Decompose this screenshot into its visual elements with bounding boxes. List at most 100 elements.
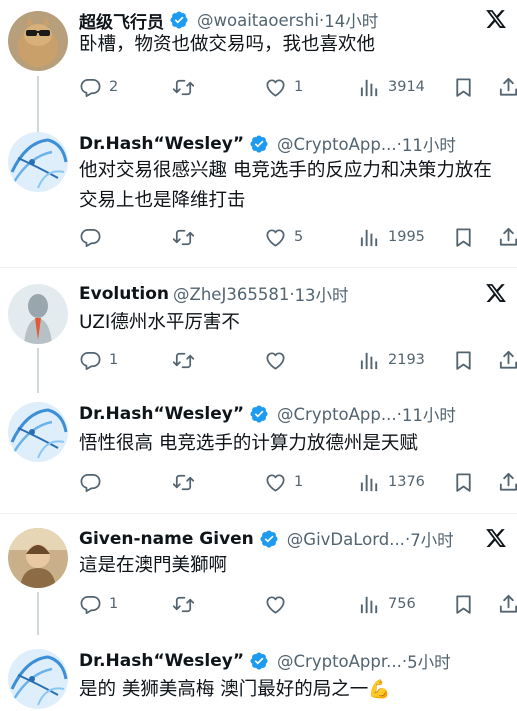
- view-count: 756: [388, 596, 416, 612]
- bookmark-icon: [452, 471, 475, 494]
- bookmark-button[interactable]: [452, 469, 475, 495]
- tweet-text-content: 悟性很高 电竞选手的计算力放德州是天赋: [79, 433, 418, 454]
- display-name[interactable]: Dr.Hash“Wesley”: [79, 404, 244, 424]
- timestamp[interactable]: 11小时: [402, 402, 456, 426]
- reply-icon: [79, 471, 102, 494]
- share-icon: [497, 76, 517, 99]
- reply-button[interactable]: 1: [79, 347, 118, 373]
- action-bar: 5 1995: [79, 224, 517, 250]
- reply-button[interactable]: [79, 469, 109, 495]
- tweet-text: 這是在澳門美獅啊: [79, 551, 503, 581]
- bookmark-button[interactable]: [452, 347, 475, 373]
- display-name[interactable]: Given-name Given: [79, 529, 254, 549]
- tweet-text-content: 卧槽，物资也做交易吗，我也喜欢他: [79, 34, 376, 55]
- like-button[interactable]: 1: [264, 469, 303, 495]
- bookmark-button[interactable]: [452, 591, 475, 617]
- views-button[interactable]: 1376: [358, 469, 425, 495]
- handle[interactable]: @CryptoAppr...: [277, 652, 402, 671]
- reply-icon: [79, 76, 102, 99]
- retweet-button[interactable]: [172, 347, 202, 373]
- retweet-icon: [172, 349, 195, 372]
- handle[interactable]: @CryptoApp...: [277, 135, 397, 154]
- tweet[interactable]: Given-name Given @GivDaLord... · 7小时 這是在…: [0, 514, 517, 635]
- tweet[interactable]: Evolution @ZheJ365581 · 13小时 UZI德州水平厉害不 …: [0, 268, 517, 393]
- tweet[interactable]: 超级飞行员 @woaitaoershi · 14小时 卧槽，物资也做交易吗，我也…: [0, 0, 517, 132]
- timestamp[interactable]: 7小时: [410, 527, 454, 551]
- reply-button[interactable]: 1: [79, 591, 118, 617]
- view-count: 1995: [388, 229, 425, 245]
- x-logo-icon: [485, 282, 507, 304]
- views-button[interactable]: 1995: [358, 224, 425, 250]
- retweet-icon: [172, 593, 195, 616]
- share-button[interactable]: [497, 74, 517, 100]
- thread-line: [37, 76, 39, 132]
- retweet-button[interactable]: [172, 469, 202, 495]
- views-button[interactable]: 756: [358, 591, 416, 617]
- tweet[interactable]: Dr.Hash“Wesley” @CryptoApp... · 11小时 他对交…: [0, 132, 517, 267]
- reply-button[interactable]: [79, 224, 109, 250]
- avatar[interactable]: [8, 528, 68, 588]
- share-button[interactable]: [497, 224, 517, 250]
- avatar[interactable]: [8, 11, 68, 71]
- timestamp[interactable]: 11小时: [402, 132, 456, 156]
- handle[interactable]: @GivDaLord...: [287, 530, 405, 549]
- action-bar: 1 756: [79, 591, 517, 617]
- view-count: 3914: [388, 79, 425, 95]
- retweet-icon: [172, 226, 195, 249]
- tweet-text: 悟性很高 电竞选手的计算力放德州是天赋: [79, 429, 503, 459]
- retweet-icon: [172, 471, 195, 494]
- timestamp[interactable]: 14小时: [324, 8, 378, 32]
- display-name[interactable]: 超级飞行员: [79, 8, 164, 33]
- share-button[interactable]: [497, 347, 517, 373]
- retweet-button[interactable]: [172, 224, 202, 250]
- like-count: 1: [294, 79, 304, 95]
- like-button[interactable]: 5: [264, 224, 303, 250]
- bookmark-icon: [452, 349, 475, 372]
- tweet-text: 卧槽，物资也做交易吗，我也喜欢他: [79, 30, 503, 60]
- share-icon: [497, 471, 517, 494]
- view-count: 2193: [388, 352, 425, 368]
- timestamp[interactable]: 5小时: [407, 649, 451, 673]
- bookmark-button[interactable]: [452, 224, 475, 250]
- bookmark-icon: [452, 226, 475, 249]
- like-count: 5: [294, 229, 304, 245]
- avatar[interactable]: [8, 284, 68, 344]
- display-name[interactable]: Dr.Hash“Wesley”: [79, 651, 244, 671]
- reply-button[interactable]: 2: [79, 74, 118, 100]
- views-bar-icon: [358, 349, 381, 372]
- avatar[interactable]: [8, 402, 68, 462]
- handle[interactable]: @woaitaoershi: [197, 11, 319, 30]
- bookmark-button[interactable]: [452, 74, 475, 100]
- reply-icon: [79, 593, 102, 616]
- reply-count: 2: [109, 79, 119, 95]
- tweet-text-content: UZI德州水平厉害不: [79, 312, 240, 333]
- handle[interactable]: @CryptoApp...: [277, 405, 397, 424]
- views-bar-icon: [358, 593, 381, 616]
- share-button[interactable]: [497, 591, 517, 617]
- tweet[interactable]: Dr.Hash“Wesley” @CryptoAppr... · 5小时 是的 …: [0, 635, 517, 711]
- retweet-button[interactable]: [172, 74, 202, 100]
- bookmark-icon: [452, 593, 475, 616]
- views-button[interactable]: 3914: [358, 74, 425, 100]
- like-button[interactable]: [264, 347, 294, 373]
- share-icon: [497, 349, 517, 372]
- share-button[interactable]: [497, 469, 517, 495]
- avatar[interactable]: [8, 649, 68, 709]
- action-bar: 1 2193: [79, 347, 517, 373]
- display-name[interactable]: Evolution: [79, 284, 169, 304]
- heart-icon: [264, 349, 287, 372]
- display-name[interactable]: Dr.Hash“Wesley”: [79, 134, 244, 154]
- like-button[interactable]: 1: [264, 74, 303, 100]
- handle[interactable]: @ZheJ365581: [173, 285, 289, 304]
- avatar[interactable]: [8, 132, 68, 192]
- like-button[interactable]: [264, 591, 294, 617]
- heart-icon: [264, 593, 287, 616]
- reply-count: 1: [109, 352, 119, 368]
- tweet-text-content: 是的 美狮美高梅 澳门最好的局之一: [79, 679, 369, 700]
- timestamp[interactable]: 13小时: [295, 282, 349, 306]
- retweet-button[interactable]: [172, 591, 202, 617]
- views-bar-icon: [358, 471, 381, 494]
- tweet-text: 是的 美狮美高梅 澳门最好的局之一💪: [79, 675, 503, 705]
- tweet[interactable]: Dr.Hash“Wesley” @CryptoApp... · 11小时 悟性很…: [0, 393, 517, 512]
- views-button[interactable]: 2193: [358, 347, 425, 373]
